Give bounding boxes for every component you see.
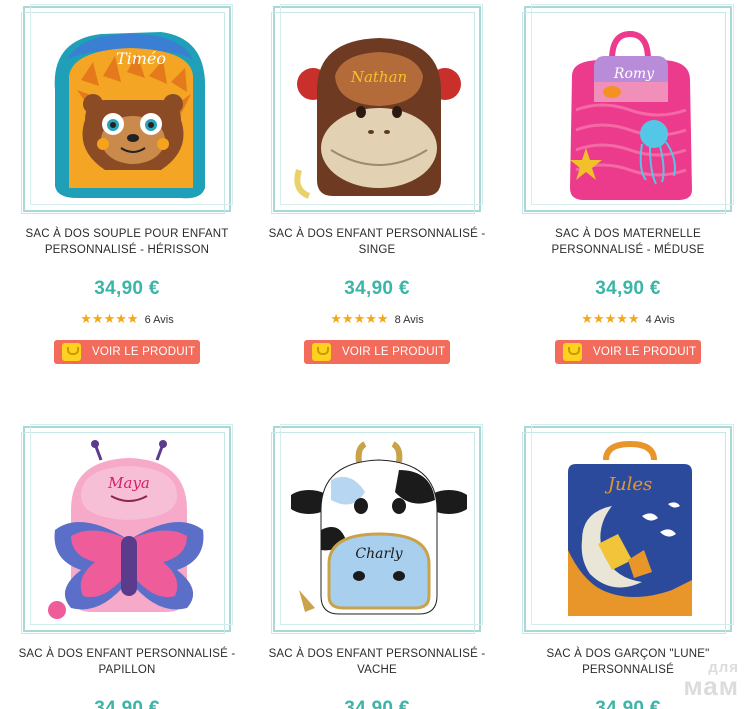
product-price: 34,90 €	[94, 278, 160, 299]
product-image-moon-backpack[interactable]: Jules	[542, 440, 718, 622]
view-product-label: VOIR LE PRODUIT	[342, 346, 446, 358]
product-price: 34,90 €	[94, 698, 160, 709]
rating-stars: ★★★★★	[80, 311, 139, 326]
view-product-button[interactable]: VOIR LE PRODUIT	[304, 340, 450, 364]
product-price: 34,90 €	[344, 698, 410, 709]
product-rating: ★★★★★ 6 Avis	[23, 311, 231, 327]
shopping-bag-icon	[62, 343, 81, 361]
product-title[interactable]: SAC À DOS ENFANT PERSONNALISÉ - VACHE	[267, 646, 487, 678]
view-product-button[interactable]: VOIR LE PRODUIT	[54, 340, 200, 364]
product-image-butterfly-backpack[interactable]: Maya	[41, 440, 217, 622]
product-grid: Timéo SAC À DOS SOUPLE POUR ENFANT PERSO…	[0, 0, 755, 709]
rating-stars: ★★★★★	[330, 311, 389, 326]
view-product-label: VOIR LE PRODUIT	[593, 346, 697, 358]
review-count[interactable]: 8 Avis	[395, 314, 424, 326]
product-image-frame: Maya	[21, 424, 233, 634]
product-title[interactable]: SAC À DOS MATERNELLE PERSONNALISÉ - MÉDU…	[518, 226, 738, 258]
bag-name-text: Charly	[355, 546, 403, 562]
product-title[interactable]: SAC À DOS ENFANT PERSONNALISÉ - PAPILLON	[17, 646, 237, 678]
product-image-frame: Nathan	[271, 4, 483, 214]
shopping-bag-icon	[563, 343, 582, 361]
product-title[interactable]: SAC À DOS ENFANT PERSONNALISÉ - SINGE	[267, 226, 487, 258]
shopping-bag-icon	[312, 343, 331, 361]
bag-name-text: Timéo	[116, 49, 166, 68]
site-watermark: для мам	[683, 659, 739, 701]
product-rating: ★★★★★ 4 Avis	[524, 311, 732, 327]
product-price: 34,90 €	[595, 278, 661, 299]
bag-name-text: Jules	[604, 474, 652, 495]
bag-name-text: Nathan	[350, 68, 407, 86]
watermark-line2: мам	[683, 671, 739, 701]
product-image-cow-backpack[interactable]: Charly	[291, 440, 467, 622]
bag-name-text: Maya	[107, 474, 150, 492]
review-count[interactable]: 6 Avis	[145, 314, 174, 326]
product-image-frame: Jules	[522, 424, 734, 634]
view-product-label: VOIR LE PRODUIT	[92, 346, 196, 358]
product-image-frame: Timéo	[21, 4, 233, 214]
product-image-frame: Romy	[522, 4, 734, 214]
bag-name-text: Romy	[613, 66, 655, 82]
product-image-jellyfish-backpack[interactable]: Romy	[542, 20, 718, 202]
product-rating: ★★★★★ 8 Avis	[273, 311, 481, 327]
product-price: 34,90 €	[344, 278, 410, 299]
rating-stars: ★★★★★	[581, 311, 640, 326]
review-count[interactable]: 4 Avis	[646, 314, 675, 326]
product-title[interactable]: SAC À DOS SOUPLE POUR ENFANT PERSONNALIS…	[17, 226, 237, 258]
product-image-hedgehog-backpack[interactable]: Timéo	[41, 20, 217, 202]
view-product-button[interactable]: VOIR LE PRODUIT	[555, 340, 701, 364]
product-image-frame: Charly	[271, 424, 483, 634]
product-image-monkey-backpack[interactable]: Nathan	[291, 20, 467, 202]
